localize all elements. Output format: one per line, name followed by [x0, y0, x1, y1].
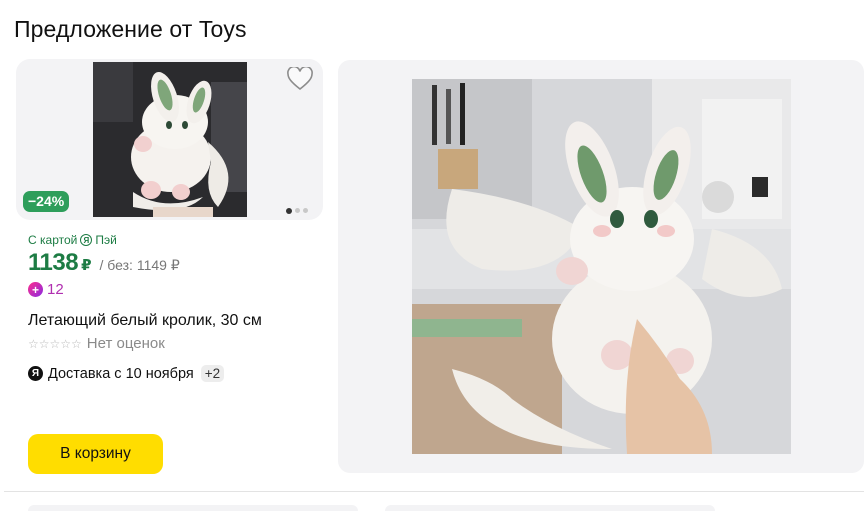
gallery-dot[interactable] [295, 208, 300, 213]
product-image [93, 62, 247, 217]
product-name[interactable]: Летающий белый кролик, 30 см [28, 312, 262, 330]
product-thumbnail[interactable]: −24% [16, 59, 323, 220]
heart-outline-icon[interactable] [287, 67, 313, 91]
section-title: Предложение от Toys [14, 16, 247, 42]
gallery-dots[interactable] [286, 207, 308, 214]
yandex-pay-icon: Я [80, 234, 93, 246]
next-card-peek [28, 505, 358, 511]
price-block: 1138 ₽ / без: 1149 ₽ [28, 249, 180, 277]
discount-badge: −24% [23, 191, 70, 212]
rating[interactable]: ☆☆☆☆☆ Нет оценок [28, 335, 165, 352]
section-divider [4, 491, 864, 492]
card-pay-label: С картой Я Пэй [28, 233, 117, 247]
rating-stars-icon: ☆☆☆☆☆ [28, 336, 82, 351]
product-preview-panel [338, 60, 864, 473]
delivery-text: Доставка с 10 ноября [48, 365, 194, 382]
add-to-cart-button[interactable]: В корзину [28, 434, 163, 474]
delivery-more-badge[interactable]: +2 [200, 365, 225, 382]
old-price: / без: 1149 ₽ [99, 257, 180, 273]
current-price: 1138 [28, 249, 79, 276]
rating-text: Нет оценок [86, 335, 165, 352]
plus-points: + 12 [28, 281, 64, 298]
pay-brand: Пэй [95, 233, 117, 247]
delivery-info: Я Доставка с 10 ноября +2 [28, 365, 225, 382]
product-large-image[interactable] [412, 79, 791, 454]
gallery-dot[interactable] [286, 207, 292, 214]
gallery-dot[interactable] [303, 208, 308, 213]
product-card[interactable]: −24% С картой Я Пэй 1138 ₽ / без: 1149 ₽… [16, 59, 324, 479]
plus-points-value: 12 [47, 281, 64, 298]
currency-sign: ₽ [81, 257, 92, 274]
next-card-peek [385, 505, 715, 511]
pay-label-text: С картой [28, 233, 78, 247]
yandex-logo-icon: Я [28, 366, 43, 381]
yandex-plus-icon: + [28, 282, 43, 297]
